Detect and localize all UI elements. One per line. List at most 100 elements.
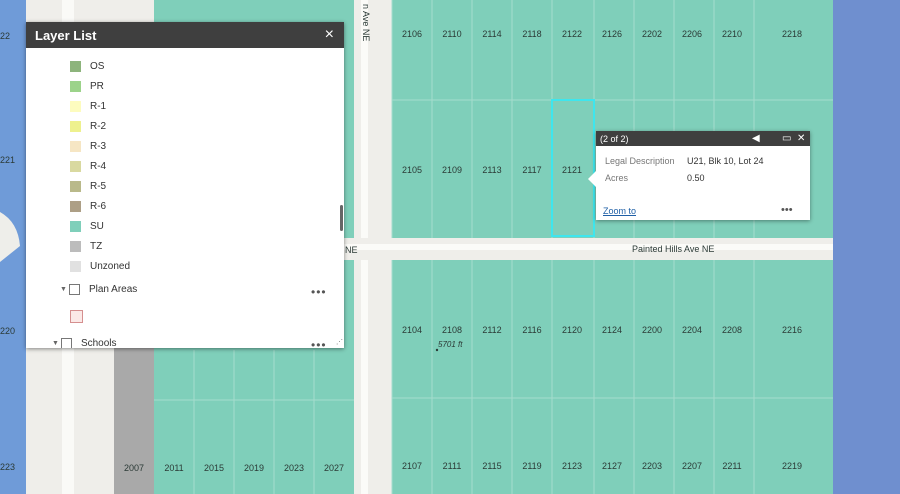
- layer-checkbox[interactable]: [60, 338, 72, 348]
- layer-group-label: Schools: [80, 338, 117, 348]
- legend-swatch: [70, 260, 81, 272]
- legend-swatch: [70, 220, 81, 232]
- legend-label: Unzoned: [90, 260, 131, 272]
- parcel-number: 2124: [602, 325, 622, 335]
- popup-page-count: (2 of 2): [600, 133, 629, 144]
- legend-item: R-2: [70, 116, 130, 136]
- parcel-number: 2123: [562, 461, 582, 471]
- more-options-icon[interactable]: •••: [311, 285, 327, 299]
- parcel-number: 2121: [562, 165, 582, 175]
- parcel-number: 2120: [562, 325, 582, 335]
- more-options-icon[interactable]: •••: [311, 338, 327, 348]
- edge-label: 22: [0, 31, 10, 41]
- parcel-number: 2104: [402, 325, 422, 335]
- parcel-number: 2202: [642, 29, 662, 39]
- previous-feature-icon[interactable]: ◀: [752, 131, 760, 146]
- legend-swatch: [70, 80, 81, 92]
- legend-item: R-3: [70, 136, 130, 156]
- legend-label: R-2: [90, 120, 107, 132]
- legend-label: R-1: [90, 100, 107, 112]
- legend-swatch: [70, 100, 81, 112]
- parcel-number: 2114: [482, 29, 501, 39]
- parcel-number: 2210: [722, 29, 742, 39]
- legend-swatch: [70, 160, 81, 172]
- field-key-legal-description: Legal Description: [605, 156, 675, 166]
- parcel-number: 2126: [602, 29, 622, 39]
- layer-group-label: Plan Areas: [88, 284, 138, 295]
- parcel-number: 2207: [682, 461, 702, 471]
- field-key-acres: Acres: [605, 173, 629, 183]
- zoning-legend: OS PR R-1 R-2 R-3 R-4 R-5 R-6 SU TZ Unzoned: [70, 56, 130, 276]
- parcel-number: 2113: [482, 165, 501, 175]
- legend-label: R-4: [90, 160, 107, 172]
- edge-label: 220: [0, 326, 15, 336]
- parcel-number: 2117: [522, 165, 541, 175]
- legend-label: PR: [90, 80, 104, 92]
- popup-more-icon[interactable]: •••: [781, 204, 793, 216]
- parcel-number: 2110: [442, 29, 461, 39]
- maximize-icon[interactable]: ▭: [782, 131, 791, 146]
- field-value-legal-description: U21, Blk 10, Lot 24: [687, 156, 764, 166]
- parcel-number: 2208: [722, 325, 742, 335]
- close-icon[interactable]: ×: [325, 27, 334, 43]
- parcel-number: 2200: [642, 325, 662, 335]
- parcel-number: 2127: [602, 461, 622, 471]
- elevation-label: 5701 ft: [438, 340, 463, 349]
- legend-label: R-3: [90, 140, 107, 152]
- elevation-point: [435, 348, 439, 352]
- layer-group-plan-areas[interactable]: ▼ Plan Areas: [60, 284, 137, 295]
- parcel-number: 2211: [722, 461, 741, 471]
- layer-list-panel: Layer List × OS PR R-1 R-2 R-3 R-4 R-5 R-6 SU TZ U…: [26, 22, 344, 348]
- legend-item: R-4: [70, 156, 130, 176]
- parcel-number: 2119: [522, 461, 541, 471]
- layer-group-schools[interactable]: ▼ Schools: [52, 338, 117, 348]
- legend-item: TZ: [70, 236, 130, 256]
- parcel-number: 2007: [124, 463, 144, 473]
- parcel-number: 2011: [164, 463, 183, 473]
- legend-label: OS: [90, 60, 105, 72]
- parcel-number: 2105: [402, 165, 422, 175]
- parcel-number: 2204: [682, 325, 702, 335]
- edge-label: 221: [0, 155, 15, 165]
- popup-pointer: [588, 171, 596, 187]
- parcel-number: 2107: [402, 461, 422, 471]
- expand-triangle-icon[interactable]: ▼: [52, 340, 59, 347]
- parcel-number: 2108: [442, 325, 462, 335]
- zoom-to-link[interactable]: Zoom to: [603, 206, 636, 216]
- legend-swatch: [70, 60, 81, 72]
- street-label-painted-hills: Painted Hills Ave NE: [632, 244, 714, 254]
- legend-label: R-5: [90, 180, 107, 192]
- legend-item: Unzoned: [70, 256, 130, 276]
- popup-header: (2 of 2) ◀ ▭ ✕: [596, 131, 810, 146]
- parcel-number: 2015: [204, 463, 224, 473]
- legend-item: R-6: [70, 196, 130, 216]
- legend-item: R-1: [70, 96, 130, 116]
- water-right: [833, 0, 900, 494]
- resize-handle-icon[interactable]: ⋰: [336, 338, 343, 346]
- legend-label: SU: [90, 220, 104, 232]
- legend-swatch: [70, 200, 81, 212]
- street-label-vertical: n Ave NE: [361, 4, 371, 41]
- parcel-number: 2106: [402, 29, 422, 39]
- parcel-number: 2109: [442, 165, 462, 175]
- street-label-ne: NE: [345, 245, 358, 255]
- parcel-number: 2216: [782, 325, 802, 335]
- parcel-number: 2116: [522, 325, 541, 335]
- legend-swatch: [70, 180, 81, 192]
- parcel-number: 2218: [782, 29, 802, 39]
- parcel-number: 2118: [522, 29, 541, 39]
- close-popup-icon[interactable]: ✕: [797, 131, 805, 146]
- scrollbar-thumb[interactable]: [340, 205, 343, 231]
- layer-checkbox[interactable]: [68, 284, 80, 295]
- parcel-number: 2206: [682, 29, 702, 39]
- feature-popup: (2 of 2) ◀ ▭ ✕ Legal Description U21, Bl…: [588, 131, 810, 220]
- expand-triangle-icon[interactable]: ▼: [60, 286, 67, 293]
- parcel-number: 2019: [244, 463, 264, 473]
- legend-item: OS: [70, 56, 130, 76]
- parcel-number: 2112: [482, 325, 501, 335]
- legend-item: SU: [70, 216, 130, 236]
- parcel-number: 2122: [562, 29, 582, 39]
- layer-list-header: Layer List ×: [26, 22, 344, 48]
- plan-area-swatch: [70, 310, 83, 323]
- edge-label: 223: [0, 462, 15, 472]
